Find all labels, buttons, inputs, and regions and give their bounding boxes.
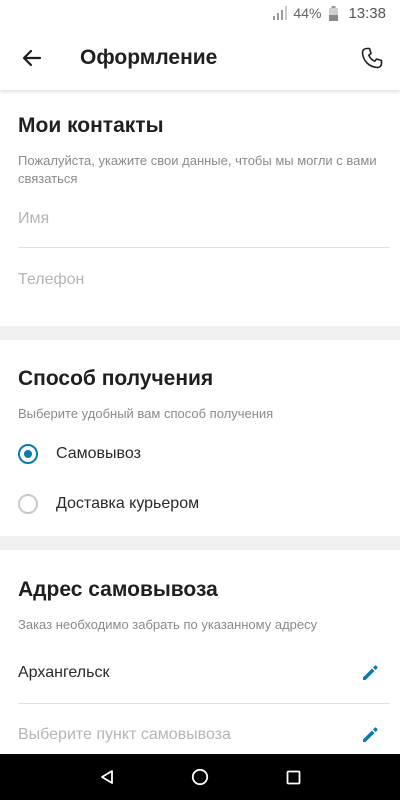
- pickup-address-section: Адрес самовывоза Заказ необходимо забрат…: [0, 550, 400, 754]
- pickup-title: Адрес самовывоза: [18, 578, 218, 601]
- nav-home-button[interactable]: [180, 757, 220, 797]
- contacts-subtitle: Пожалуйста, укажите свои данные, чтобы м…: [18, 153, 377, 186]
- option-courier[interactable]: Доставка курьером: [18, 479, 390, 529]
- section-divider: [0, 536, 400, 550]
- system-nav-bar: [0, 754, 400, 800]
- option-pickup-label: Самовывоз: [56, 445, 141, 462]
- radio-unchecked-icon[interactable]: [18, 494, 38, 514]
- pencil-icon: [363, 664, 378, 680]
- delivery-title: Способ получения: [18, 367, 214, 390]
- section-divider: [0, 326, 400, 340]
- nav-back-button[interactable]: [87, 757, 127, 797]
- arrow-back-icon: [22, 49, 42, 67]
- phone-icon: [361, 47, 383, 69]
- checkout-form: Мои контакты Пожалуйста, укажите свои да…: [0, 90, 400, 754]
- delivery-subtitle: Выберите удобный вам способ получения: [18, 406, 274, 421]
- radio-checked-icon[interactable]: [18, 444, 38, 464]
- pickup-subtitle: Заказ необходимо забрать по указанному а…: [18, 617, 318, 632]
- edit-city-button[interactable]: [358, 661, 382, 685]
- app-bar: Оформление: [0, 26, 400, 90]
- nav-recents-button[interactable]: [273, 757, 313, 797]
- pickup-point-row[interactable]: Выберите пункт самовывоза: [18, 704, 390, 754]
- signal-icon: [273, 6, 288, 20]
- back-button[interactable]: [0, 26, 64, 90]
- city-row[interactable]: Архангельск: [18, 642, 390, 704]
- nav-home-icon: [191, 768, 209, 786]
- edit-pickup-point-button[interactable]: [358, 723, 382, 747]
- battery-icon: [329, 5, 339, 21]
- phone-field[interactable]: Телефон: [18, 248, 390, 308]
- battery-percent: 44%: [293, 5, 322, 21]
- call-button[interactable]: [344, 26, 400, 90]
- contacts-section: Мои контакты Пожалуйста, укажите свои да…: [0, 90, 400, 326]
- pencil-icon: [363, 726, 378, 742]
- delivery-method-section: Способ получения Выберите удобный вам сп…: [0, 340, 400, 536]
- page-title: Оформление: [80, 46, 218, 69]
- name-field[interactable]: Имя: [18, 188, 390, 248]
- city-value: Архангельск: [18, 663, 110, 681]
- nav-back-icon: [100, 770, 113, 784]
- option-pickup[interactable]: Самовывоз: [18, 429, 390, 479]
- option-courier-label: Доставка курьером: [56, 495, 200, 512]
- status-bar: 44% 13:38: [0, 0, 400, 26]
- nav-recents-icon: [286, 770, 301, 784]
- status-time: 13:38: [348, 4, 386, 22]
- contacts-title: Мои контакты: [18, 114, 164, 137]
- pickup-point-placeholder: Выберите пункт самовывоза: [18, 725, 231, 743]
